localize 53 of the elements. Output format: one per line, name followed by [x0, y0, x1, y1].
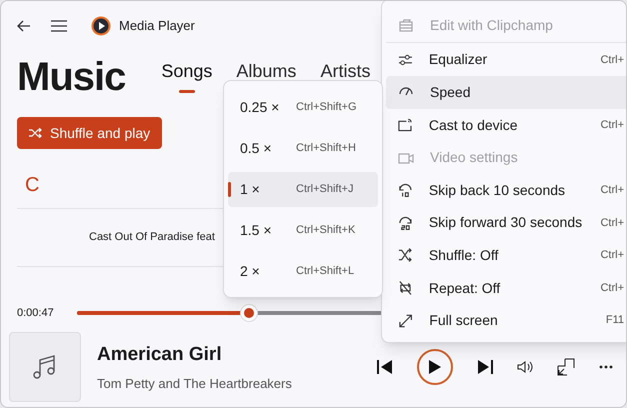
menu-item[interactable]: Full screen F11: [386, 304, 626, 337]
elapsed-time: 0:00:47: [17, 306, 55, 321]
shortcut-text: Ctrl+: [600, 280, 624, 296]
shuffle-and-play-button[interactable]: Shuffle and play: [17, 117, 162, 149]
shortcut-text: Ctrl+: [600, 52, 624, 68]
menu-item[interactable]: Speed: [386, 76, 626, 109]
speed-option[interactable]: 1 × Ctrl+Shift+J: [228, 172, 378, 206]
menu-item[interactable]: Skip back 10 seconds Ctrl+: [386, 174, 626, 207]
menu-icon[interactable]: [51, 20, 67, 32]
previous-icon[interactable]: [377, 359, 393, 375]
skip-forward-icon: [398, 214, 413, 231]
shortcut-text: Ctrl+: [600, 118, 624, 133]
expand-icon: [398, 312, 414, 329]
tab[interactable]: Songs: [161, 58, 212, 93]
menu-item[interactable]: Shuffle: Off Ctrl+: [386, 239, 626, 272]
shortcut-text: Ctrl+Shift+K: [296, 222, 356, 238]
speed-option[interactable]: 2 × Ctrl+Shift+L: [228, 254, 378, 288]
next-icon[interactable]: [477, 359, 493, 375]
seek-thumb[interactable]: [240, 304, 258, 322]
music-note-icon: [33, 354, 57, 380]
shuffle-icon: [29, 128, 42, 138]
track-title: American Girl: [97, 343, 223, 367]
group-letter: C: [25, 172, 40, 198]
skip-back-icon: [398, 182, 413, 198]
shuffle-icon: [398, 247, 413, 264]
speed-option[interactable]: 1.5 × Ctrl+Shift+K: [228, 212, 378, 248]
song-title[interactable]: Cast Out Of Paradise feat: [89, 229, 215, 246]
menu-item[interactable]: Cast to device Ctrl+: [386, 108, 626, 142]
shortcut-text: Ctrl+: [600, 183, 624, 198]
shortcut-text: Ctrl+Shift+L: [296, 264, 354, 279]
back-icon[interactable]: [17, 20, 31, 32]
speed-option[interactable]: 0.5 × Ctrl+Shift+H: [228, 130, 378, 166]
mini-player-icon[interactable]: [557, 358, 575, 376]
shortcut-text: Ctrl+: [600, 216, 624, 231]
more-icon[interactable]: [599, 365, 613, 369]
shortcut-text: Ctrl+: [600, 248, 624, 264]
play-icon: [428, 359, 442, 375]
shortcut-text: F11: [606, 313, 624, 328]
page-title: Music: [17, 57, 126, 97]
artist-name: Tom Petty and The Heartbreakers: [97, 374, 293, 393]
repeat-off-icon: [398, 280, 413, 296]
app-title: Media Player: [119, 17, 195, 36]
volume-icon[interactable]: [517, 360, 533, 374]
cast-icon: [398, 117, 413, 134]
shortcut-text: Ctrl+Shift+G: [296, 100, 357, 115]
menu-item[interactable]: Repeat: Off Ctrl+: [386, 272, 626, 304]
play-button[interactable]: [417, 349, 453, 385]
shortcut-text: Ctrl+Shift+H: [296, 140, 356, 156]
shortcut-text: Ctrl+Shift+J: [296, 182, 354, 197]
menu-item[interactable]: Skip forward 30 seconds Ctrl+: [386, 206, 626, 240]
clipchamp-icon: [398, 18, 414, 34]
menu-item[interactable]: Equalizer Ctrl+: [386, 44, 626, 76]
app-logo-icon: [91, 16, 111, 36]
